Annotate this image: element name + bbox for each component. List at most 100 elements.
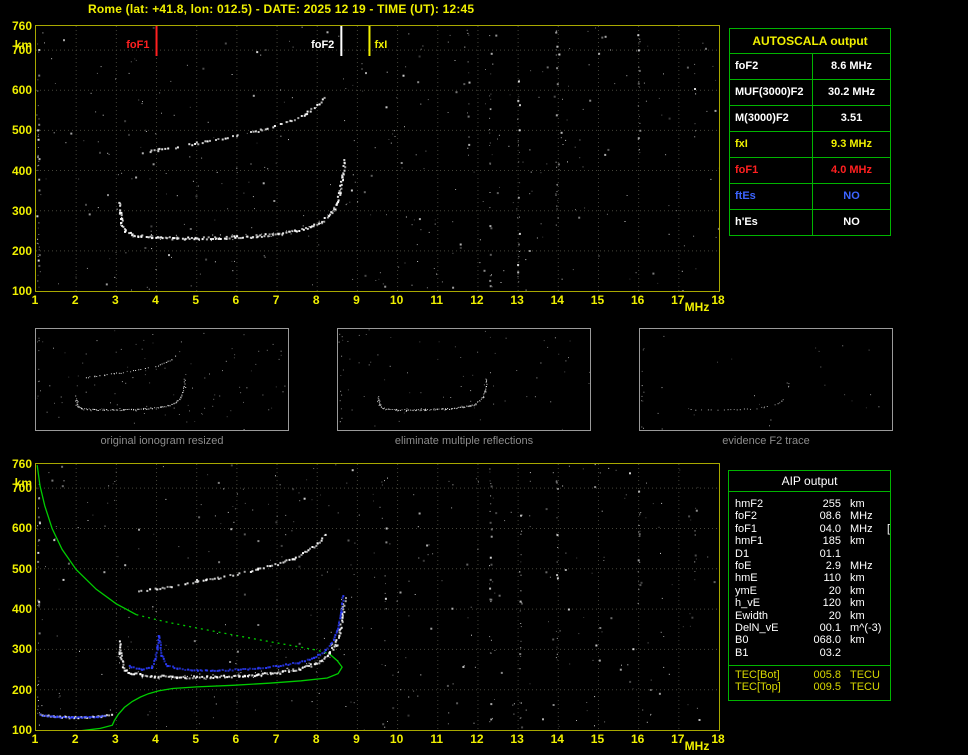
aip-unit: MHz — [850, 559, 873, 572]
autoscala-row-label: fxI — [730, 132, 813, 157]
x-tick-label-3: 3 — [112, 732, 119, 746]
aip-extra — [881, 510, 890, 522]
aip-output-table: AIP output hmF2 255 km foF2 08.6 MHz foF1 04.0 M… — [728, 470, 891, 701]
aip-extra — [881, 560, 890, 572]
aip-row-hmF1: hmF1 185 km — [729, 535, 890, 547]
aip-label: foF2 — [735, 510, 758, 523]
aip-unit: TECU — [850, 681, 880, 694]
x-tick-label-6: 6 — [232, 293, 240, 307]
aip-tec-rows: TEC[Bot] 005.8 TECU TEC[Top] 009.5 TECU — [729, 669, 890, 694]
aip-val: 185 — [822, 535, 841, 548]
aip-extra — [881, 585, 890, 597]
autoscala-row-label: foF2 — [730, 54, 813, 79]
marker-label-foF1: foF1 — [126, 39, 149, 51]
aip-extra — [881, 622, 890, 634]
x-tick-label-2: 2 — [71, 293, 79, 307]
aip-row-Ewidth: Ewidth 20 km — [729, 610, 890, 622]
thumbnail-canvas — [36, 330, 286, 430]
x-tick-label-5: 5 — [192, 732, 200, 746]
autoscala-row-label: h'Es — [730, 210, 813, 235]
y-axis-unit-label: km — [14, 38, 32, 52]
aip-val: 009.5 — [813, 681, 841, 694]
x-tick-label-7: 7 — [272, 293, 280, 307]
thumbnail-caption-2: eliminate multiple reflections — [394, 435, 534, 447]
aip-unit — [841, 647, 881, 659]
autoscala-row-value: 3.51 — [840, 112, 863, 124]
aip-unit: MHz — [850, 510, 873, 523]
x-axis-unit-label: MHz — [684, 300, 710, 314]
x-tick-label-3: 3 — [112, 293, 119, 307]
aip-extra — [881, 634, 890, 646]
autoscala-table-title: AUTOSCALA output — [752, 34, 868, 48]
x-tick-label-11: 11 — [430, 732, 444, 746]
aip-extra — [881, 669, 890, 681]
x-tick-label-14: 14 — [550, 732, 564, 746]
aip-table-title: AIP output — [729, 471, 890, 492]
autoscala-row-value: 30.2 MHz — [827, 86, 876, 98]
aip-val: 03.2 — [819, 646, 841, 659]
x-tick-label-10: 10 — [389, 293, 404, 307]
aip-extra — [881, 535, 890, 547]
y-tick-label-600: 600 — [11, 521, 32, 536]
thumbnail-f2-trace-evidence — [639, 328, 893, 431]
aip-unit: km — [850, 609, 865, 622]
aip-val: 068.0 — [813, 634, 841, 647]
x-tick-label-12: 12 — [470, 293, 484, 307]
y-tick-label-300: 300 — [11, 642, 32, 657]
aip-label: TEC[Bot] — [735, 669, 780, 682]
y-tick-label-500: 500 — [11, 123, 32, 138]
autoscala-row-foF1: foF1 4.0 MHz — [730, 157, 890, 183]
aip-label: D1 — [735, 547, 750, 560]
marker-label-fxI: fxI — [375, 39, 388, 51]
marker-label-foF2: foF2 — [311, 39, 334, 51]
thumbnail-canvas — [641, 335, 880, 430]
aip-row-TEC[Top]: TEC[Top] 009.5 TECU — [729, 681, 890, 693]
aip-extra — [881, 548, 890, 560]
aip-row-ymE: ymE 20 km — [729, 585, 890, 597]
y-tick-label-500: 500 — [11, 561, 32, 576]
x-tick-label-9: 9 — [353, 732, 360, 746]
aip-val: 110 — [823, 572, 841, 585]
x-tick-label-4: 4 — [152, 732, 159, 746]
autoscala-row-label: ftEs — [730, 184, 813, 209]
aip-unit: km — [850, 634, 865, 647]
autoscala-row-fxI: fxI 9.3 MHz — [730, 131, 890, 157]
measured-ionogram-canvas: foF1 foF2 fxI — [36, 26, 719, 291]
aip-label: foF1 — [735, 522, 758, 535]
aip-label: hmF2 — [735, 498, 764, 510]
x-tick-label-9: 9 — [353, 293, 360, 307]
aip-row-B1: B1 03.2 — [729, 647, 890, 659]
aip-extra — [881, 597, 890, 609]
x-tick-label-1: 1 — [31, 293, 39, 307]
aip-val: 00.1 — [819, 621, 841, 634]
autoscala-row-M(3000)F2: M(3000)F2 3.51 — [730, 105, 890, 131]
aip-unit: km — [850, 498, 865, 510]
autoscala-row-label: foF1 — [730, 158, 813, 183]
aip-val: 120 — [822, 597, 841, 610]
aip-label: h_vE — [735, 597, 761, 610]
aip-label: hmE — [735, 572, 758, 585]
x-tick-label-2: 2 — [71, 732, 79, 746]
aip-label: hmF1 — [735, 535, 764, 548]
aip-unit: km — [850, 535, 865, 548]
autoscala-output-table: AUTOSCALA output foF2 8.6 MHz MUF(3000)F2 3… — [729, 28, 891, 236]
y-tick-label-600: 600 — [11, 83, 32, 98]
aip-row-B0: B0 068.0 km — [729, 634, 890, 646]
aip-row-foF2: foF2 08.6 MHz — [729, 510, 890, 522]
y-tick-label-760: 760 — [11, 19, 32, 33]
thumbnail-canvas — [338, 329, 591, 430]
x-tick-label-1: 1 — [31, 732, 39, 746]
x-tick-label-12: 12 — [470, 732, 484, 746]
y-tick-label-200: 200 — [11, 243, 32, 258]
aip-unit: km — [850, 584, 865, 597]
thumbnail-caption-3: evidence F2 trace — [722, 435, 810, 447]
x-tick-label-10: 10 — [389, 732, 404, 746]
autoscala-row-label: M(3000)F2 — [730, 106, 813, 131]
x-tick-label-15: 15 — [590, 732, 605, 746]
x-tick-label-13: 13 — [510, 732, 524, 746]
autoscala-row-value: 4.0 MHz — [831, 164, 872, 176]
aip-val: 01.1 — [819, 547, 841, 560]
x-tick-label-7: 7 — [272, 732, 280, 746]
aip-label: B0 — [735, 634, 749, 647]
autoscala-row-value: 9.3 MHz — [831, 138, 872, 150]
